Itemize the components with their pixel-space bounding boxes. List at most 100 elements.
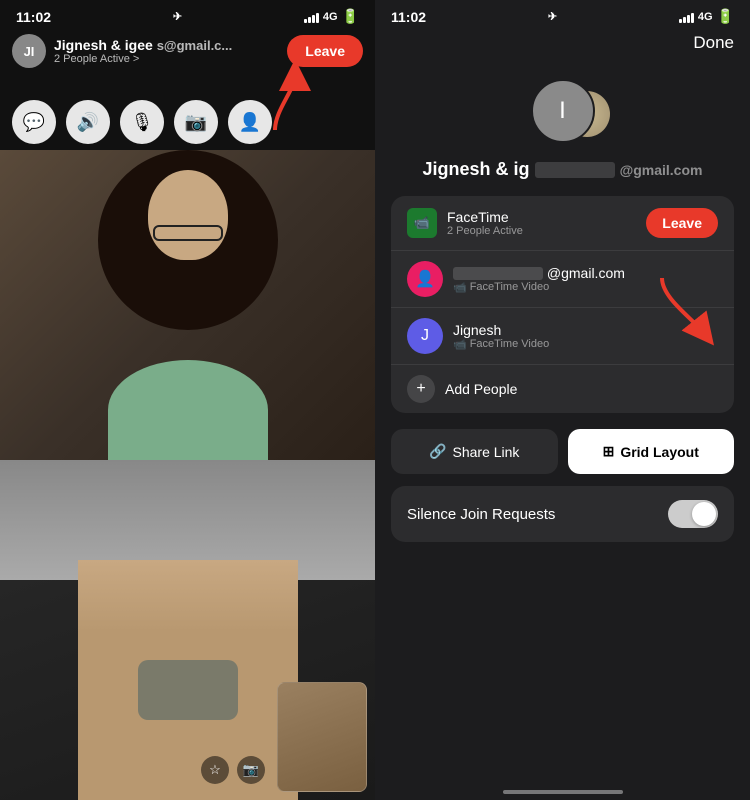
- rbar1: [679, 19, 682, 23]
- camera-button[interactable]: 📷: [174, 100, 218, 144]
- participant-name-1: @gmail.com: [453, 265, 625, 281]
- name-blur-1: [453, 267, 543, 280]
- bar1: [304, 19, 307, 23]
- participant-sub-label-1: FaceTime Video: [470, 281, 549, 293]
- left-battery-icon: 🔋: [342, 8, 359, 25]
- call-status: 2 People Active >: [54, 53, 232, 65]
- grid-icon: ⊞: [603, 443, 615, 460]
- face-top: [148, 170, 228, 260]
- mic-icon: 🎙: [131, 112, 154, 133]
- avatar-letter: I: [559, 97, 566, 125]
- shirt-top: [108, 360, 268, 460]
- participant-sub-2: 📹 FaceTime Video: [453, 338, 549, 351]
- done-button[interactable]: Done: [693, 33, 734, 53]
- star-icon-btn[interactable]: ☆: [201, 756, 229, 784]
- bar3: [312, 15, 315, 23]
- grid-layout-button[interactable]: ⊞ Grid Layout: [568, 429, 735, 474]
- left-navigation-icon: ✈: [173, 10, 182, 23]
- participant-info-1: @gmail.com 📹 FaceTime Video: [453, 265, 625, 294]
- leave-button-top[interactable]: Leave: [287, 35, 363, 67]
- right-panel: 11:02 ✈ 4G 🔋 Done I Jignesh & ig @gmail.…: [375, 0, 750, 800]
- facetime-row: 📹 FaceTime 2 People Active Leave: [391, 196, 734, 251]
- thumb-video-inner: [278, 683, 366, 791]
- add-people-label: Add People: [445, 381, 517, 397]
- person-icon: 👤: [239, 112, 261, 133]
- rbar3: [687, 15, 690, 23]
- j-avatar-letter: J: [421, 327, 429, 345]
- message-button[interactable]: 💬: [12, 100, 56, 144]
- bar4: [316, 13, 319, 23]
- message-icon: 💬: [23, 112, 45, 133]
- glasses: [153, 225, 223, 241]
- left-time: 11:02: [16, 9, 51, 25]
- facetime-icon: 📹: [407, 208, 437, 238]
- group-name: Jignesh & ig @gmail.com: [375, 151, 750, 184]
- action-buttons: 🔗 Share Link ⊞ Grid Layout: [391, 429, 734, 474]
- status-bar-left: 11:02 ✈ 4G 🔋: [0, 0, 375, 29]
- call-name-block: Jignesh & igee s@gmail.c... 2 People Act…: [54, 37, 232, 65]
- call-info: JI Jignesh & igee s@gmail.c... 2 People …: [12, 34, 232, 68]
- participant-name-2: Jignesh: [453, 322, 549, 338]
- leave-button-right[interactable]: Leave: [646, 208, 718, 238]
- status-bar-right: 11:02 ✈ 4G 🔋: [375, 0, 750, 29]
- right-header: Done: [375, 29, 750, 61]
- right-time: 11:02: [391, 9, 426, 25]
- thumbnail-video: [277, 682, 367, 792]
- right-signal-bars: [679, 11, 694, 23]
- rbar2: [683, 17, 686, 23]
- right-nav-icon: ✈: [548, 10, 557, 23]
- call-avatar: JI: [12, 34, 46, 68]
- star-icon: ☆: [209, 762, 221, 778]
- person-video-top: [0, 150, 375, 460]
- video-call-icon: 📹: [414, 215, 430, 231]
- right-status-icons: 4G 🔋: [679, 8, 734, 25]
- share-link-icon: 🔗: [429, 443, 446, 460]
- add-people-icon: +: [407, 375, 435, 403]
- facetime-left: 📹 FaceTime 2 People Active: [407, 208, 523, 238]
- left-panel: 11:02 ✈ 4G 🔋 JI Jignesh & igee s@gmail.c…: [0, 0, 375, 800]
- participant-info-2: Jignesh 📹 FaceTime Video: [453, 322, 549, 351]
- video-icon-p1: 📹: [453, 281, 467, 294]
- avatar-large: I: [531, 79, 595, 143]
- speaker-button[interactable]: 🔊: [66, 100, 110, 144]
- facetime-info: FaceTime 2 People Active: [447, 209, 523, 237]
- facetime-label: FaceTime: [447, 209, 523, 225]
- left-status-icons: 4G 🔋: [304, 8, 359, 25]
- home-indicator-right: [503, 790, 623, 794]
- speaker-icon: 🔊: [77, 112, 99, 133]
- toggle-knob: [692, 502, 716, 526]
- share-link-button[interactable]: 🔗 Share Link: [391, 429, 558, 474]
- add-people-row[interactable]: + Add People: [391, 365, 734, 413]
- facetime-sub: 2 People Active: [447, 225, 523, 237]
- avatars-section: I: [375, 61, 750, 151]
- silence-label: Silence Join Requests: [407, 506, 555, 523]
- participant-email-suffix: @gmail.com: [547, 265, 625, 281]
- mask-face: [138, 660, 238, 720]
- participant-avatar-j: J: [407, 318, 443, 354]
- participant-row-2: J Jignesh 📹 FaceTime Video: [391, 308, 734, 365]
- mic-button[interactable]: 🎙: [120, 100, 164, 144]
- video-bottom-inner: ☆ 📷: [0, 460, 375, 800]
- participant-sub-1: 📹 FaceTime Video: [453, 281, 625, 294]
- video-top: [0, 150, 375, 460]
- camera-snap-icon: 📷: [243, 762, 259, 778]
- participant-avatar-gmail: 👤: [407, 261, 443, 297]
- call-header: JI Jignesh & igee s@gmail.c... 2 People …: [0, 28, 375, 74]
- camera-icon-btn[interactable]: 📷: [237, 756, 265, 784]
- controls-row: 💬 🔊 🎙 📷 👤: [0, 100, 375, 144]
- participant-row-1: 👤 @gmail.com 📹 FaceTime Video: [391, 251, 734, 308]
- right-battery-icon: 🔋: [717, 8, 734, 25]
- info-card: 📹 FaceTime 2 People Active Leave 👤 @gmai…: [391, 196, 734, 413]
- bottom-video-icons: ☆ 📷: [201, 756, 265, 784]
- share-link-label: Share Link: [453, 444, 520, 460]
- video-icon-p2: 📹: [453, 338, 467, 351]
- rbar4: [691, 13, 694, 23]
- person-button[interactable]: 👤: [228, 100, 272, 144]
- left-signal-bars: [304, 11, 319, 23]
- bar2: [308, 17, 311, 23]
- camera-icon: 📷: [185, 112, 207, 133]
- video-bottom: ☆ 📷: [0, 460, 375, 800]
- call-name: Jignesh & igee s@gmail.c...: [54, 37, 232, 53]
- call-avatar-initials: JI: [24, 44, 35, 59]
- silence-toggle[interactable]: [668, 500, 718, 528]
